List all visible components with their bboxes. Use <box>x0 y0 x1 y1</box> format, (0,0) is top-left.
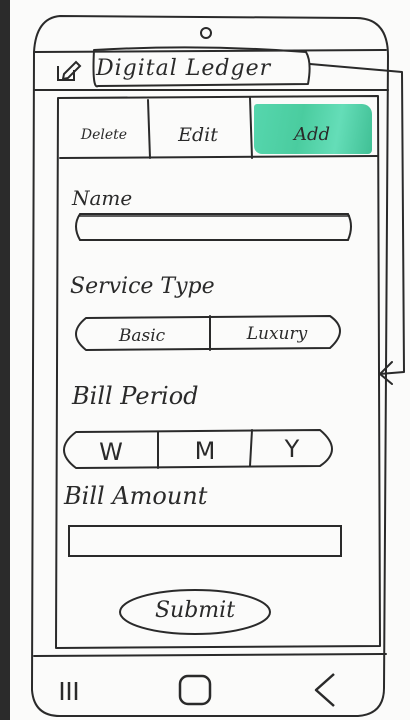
period-option-monthly[interactable]: M <box>158 432 252 468</box>
submit-label: Submit <box>154 598 236 623</box>
back-icon[interactable] <box>310 670 340 710</box>
bill-amount-field[interactable] <box>68 524 342 558</box>
submit-button[interactable]: Submit <box>118 588 272 636</box>
tab-add[interactable]: Add <box>250 100 374 158</box>
name-field[interactable] <box>72 212 354 242</box>
tab-delete[interactable]: Delete <box>60 100 148 158</box>
service-type-label: Service Type <box>70 274 215 299</box>
tab-edit[interactable]: Edit <box>148 100 248 158</box>
period-option-yearly[interactable]: Y <box>252 432 332 468</box>
name-label: Name <box>72 186 133 210</box>
recent-apps-icon[interactable] <box>56 670 86 710</box>
period-option-weekly[interactable]: W <box>64 432 158 468</box>
camera-icon <box>200 24 212 39</box>
bill-amount-label: Bill Amount <box>64 482 208 510</box>
app-title: Digital Ledger <box>96 56 272 81</box>
bill-period-label: Bill Period <box>72 382 199 410</box>
home-icon[interactable] <box>176 670 216 710</box>
edit-icon[interactable] <box>56 60 82 82</box>
service-option-luxury[interactable]: Luxury <box>210 318 344 350</box>
service-option-basic[interactable]: Basic <box>74 318 210 350</box>
